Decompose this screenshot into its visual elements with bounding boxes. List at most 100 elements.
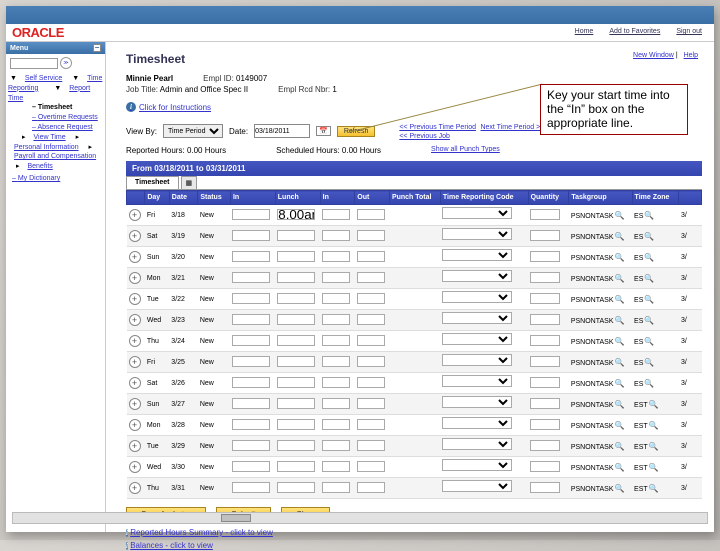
lookup-icon[interactable]: 🔍 [644,316,654,325]
quantity-input[interactable] [530,398,560,409]
out-input[interactable] [357,356,385,367]
lookup-icon[interactable]: 🔍 [644,211,654,220]
lookup-icon[interactable]: 🔍 [615,421,625,430]
lunch-input[interactable] [277,314,315,325]
in-input[interactable] [232,272,270,283]
add-row-icon[interactable]: + [129,461,141,473]
trc-select[interactable] [442,396,512,408]
tab-timesheet[interactable]: Timesheet [126,176,179,189]
nav-self-service[interactable]: Self Service [19,75,62,82]
out-input[interactable] [357,272,385,283]
signout-link[interactable]: Sign out [676,28,702,35]
lookup-icon[interactable]: 🔍 [615,295,625,304]
lunch-input[interactable] [277,230,315,241]
in2-input[interactable] [322,230,350,241]
trc-select[interactable] [442,249,512,261]
out-input[interactable] [357,314,385,325]
search-go-icon[interactable]: ≫ [60,57,72,69]
prev-period-link[interactable]: << Previous Time Period [399,124,476,131]
add-row-icon[interactable]: + [129,272,141,284]
quantity-input[interactable] [530,356,560,367]
nav-absence[interactable]: Absence Request [37,124,92,131]
quantity-input[interactable] [530,314,560,325]
lunch-input[interactable] [277,293,315,304]
add-row-icon[interactable]: + [129,482,141,494]
quantity-input[interactable] [530,440,560,451]
in-input[interactable] [232,419,270,430]
lookup-icon[interactable]: 🔍 [644,253,654,262]
in2-input[interactable] [322,440,350,451]
in2-input[interactable] [322,272,350,283]
out-input[interactable] [357,440,385,451]
lunch-input[interactable] [277,419,315,430]
trc-select[interactable] [442,375,512,387]
add-row-icon[interactable]: + [129,209,141,221]
viewby-select[interactable]: Time Period [163,124,223,138]
in-input[interactable] [232,335,270,346]
in-input[interactable] [232,251,270,262]
out-input[interactable] [357,377,385,388]
out-input[interactable] [357,251,385,262]
quantity-input[interactable] [530,377,560,388]
horizontal-scrollbar[interactable] [12,512,708,524]
prev-job-link[interactable]: << Previous Job [399,133,544,140]
menu-search-input[interactable] [10,58,58,69]
lunch-input[interactable] [277,209,315,220]
home-link[interactable]: Home [575,28,594,35]
lookup-icon[interactable]: 🔍 [615,316,625,325]
in2-input[interactable] [322,377,350,388]
add-row-icon[interactable]: + [129,293,141,305]
out-input[interactable] [357,230,385,241]
lookup-icon[interactable]: 🔍 [649,421,659,430]
nav-view-time[interactable]: View Time [27,134,65,141]
nav-dictionary[interactable]: My Dictionary [18,175,60,182]
trc-select[interactable] [442,438,512,450]
lookup-icon[interactable]: 🔍 [615,253,625,262]
lunch-input[interactable] [277,482,315,493]
in-input[interactable] [232,461,270,472]
nav-benefits[interactable]: Benefits [21,163,52,170]
next-period-link[interactable]: Next Time Period >> [480,124,544,131]
lookup-icon[interactable]: 🔍 [615,211,625,220]
show-all-link[interactable]: Show all Punch Types [431,146,500,155]
calendar-icon[interactable]: 📅 [316,126,331,136]
lookup-icon[interactable]: 🔍 [649,400,659,409]
in2-input[interactable] [322,209,350,220]
out-input[interactable] [357,419,385,430]
in-input[interactable] [232,209,270,220]
quantity-input[interactable] [530,419,560,430]
lookup-icon[interactable]: 🔍 [615,232,625,241]
date-input[interactable] [254,124,310,138]
trc-select[interactable] [442,291,512,303]
trc-select[interactable] [442,207,512,219]
quantity-input[interactable] [530,230,560,241]
quantity-input[interactable] [530,335,560,346]
quantity-input[interactable] [530,461,560,472]
lookup-icon[interactable]: 🔍 [649,484,659,493]
add-row-icon[interactable]: + [129,419,141,431]
nav-personal[interactable]: Personal Information [8,144,79,151]
add-row-icon[interactable]: + [129,314,141,326]
minimize-icon[interactable]: − [93,44,101,52]
quantity-input[interactable] [530,209,560,220]
lunch-input[interactable] [277,440,315,451]
in2-input[interactable] [322,314,350,325]
add-row-icon[interactable]: + [129,377,141,389]
in2-input[interactable] [322,482,350,493]
add-row-icon[interactable]: + [129,335,141,347]
tab-expand-icon[interactable]: ▦ [181,176,198,189]
lunch-input[interactable] [277,398,315,409]
in2-input[interactable] [322,461,350,472]
out-input[interactable] [357,482,385,493]
addfav-link[interactable]: Add to Favorites [609,28,660,35]
out-input[interactable] [357,209,385,220]
add-row-icon[interactable]: + [129,230,141,242]
trc-select[interactable] [442,417,512,429]
lookup-icon[interactable]: 🔍 [644,379,654,388]
out-input[interactable] [357,293,385,304]
lookup-icon[interactable]: 🔍 [644,358,654,367]
lookup-icon[interactable]: 🔍 [615,337,625,346]
in-input[interactable] [232,230,270,241]
in2-input[interactable] [322,356,350,367]
in-input[interactable] [232,440,270,451]
